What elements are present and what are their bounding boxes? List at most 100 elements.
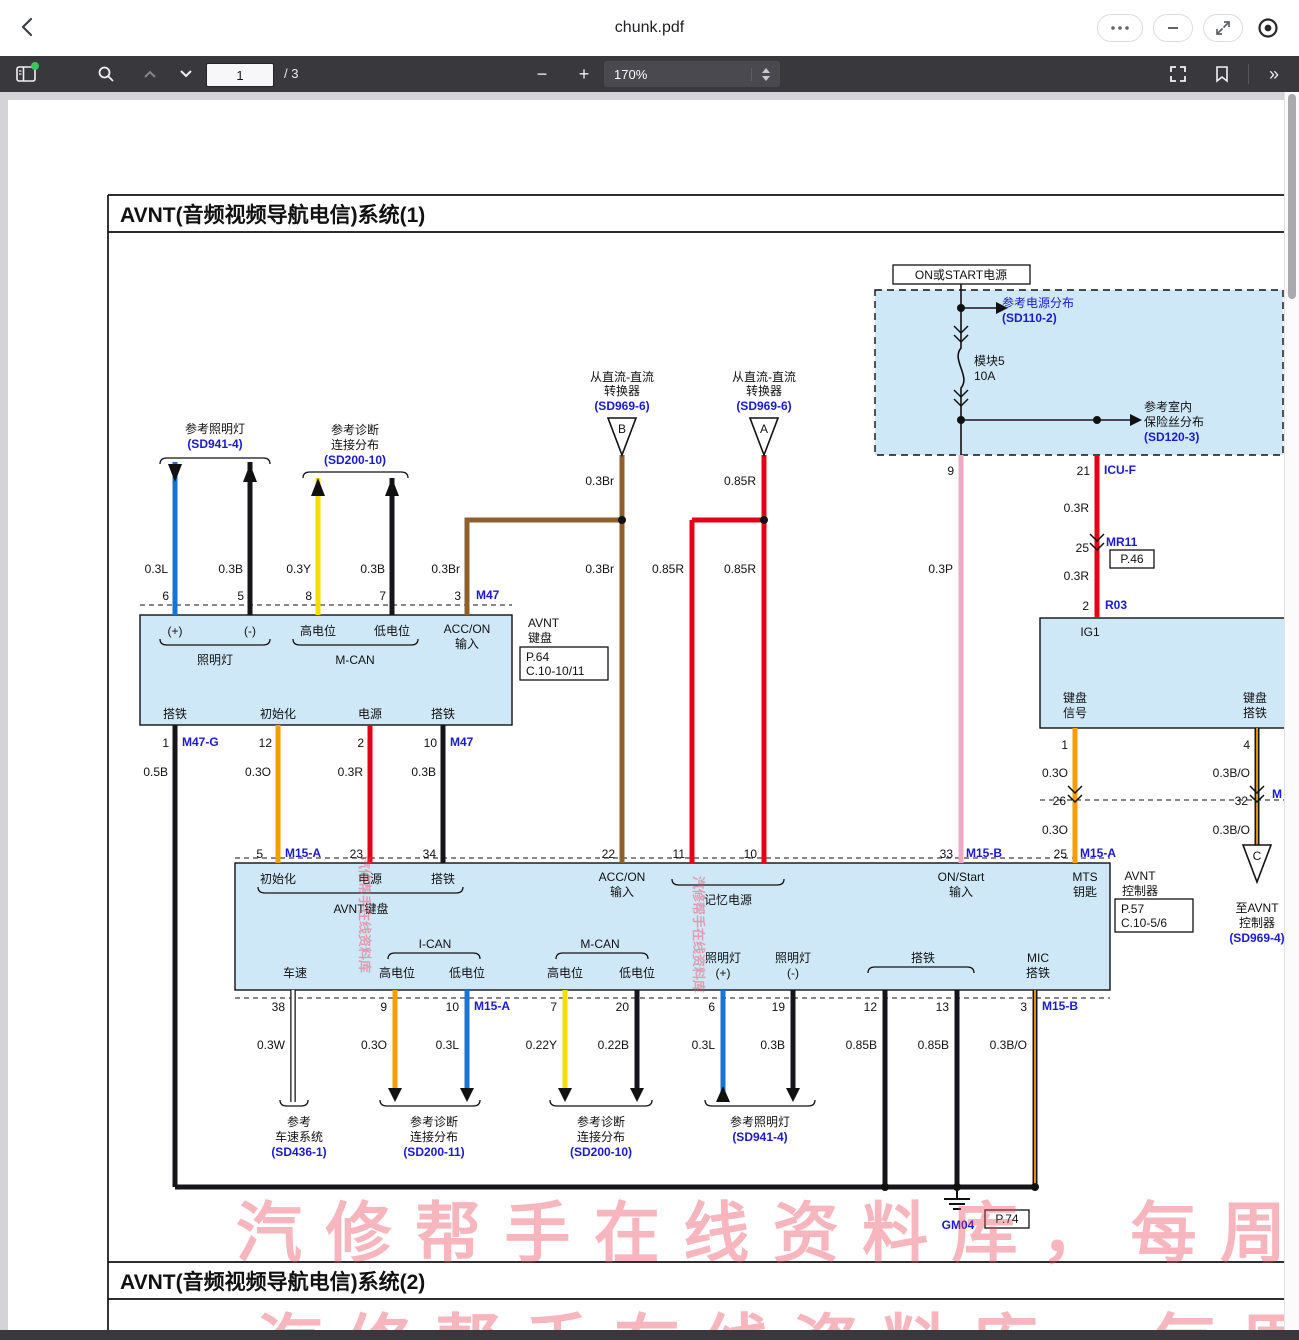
diagram-text: M15-B bbox=[1042, 999, 1078, 1013]
zoom-in-button[interactable]: + bbox=[568, 60, 600, 88]
junction-dot bbox=[881, 1183, 889, 1191]
diagram-text: 10 bbox=[424, 736, 438, 750]
diagram-text: M15-B bbox=[966, 846, 1002, 860]
presentation-mode-button[interactable] bbox=[1162, 60, 1194, 88]
diagram-text: 3 bbox=[454, 589, 461, 603]
diagram-text: 键盘 bbox=[1063, 690, 1087, 705]
diagram-text: 2 bbox=[357, 736, 364, 750]
arrow-marker bbox=[460, 1088, 474, 1102]
zoom-out-button[interactable]: − bbox=[526, 60, 558, 88]
next-page-button[interactable] bbox=[170, 60, 202, 88]
diagram-text: 参考 bbox=[287, 1114, 311, 1129]
diagram-text: 38 bbox=[272, 1000, 286, 1014]
diagram-text: 输入 bbox=[610, 884, 634, 899]
more-options-button[interactable] bbox=[1097, 14, 1143, 42]
zoom-level-select[interactable]: 170% bbox=[604, 61, 780, 87]
diagram-text: 0.3Br bbox=[585, 562, 614, 576]
expand-diagonal-icon bbox=[1214, 19, 1232, 37]
ellipsis-icon bbox=[1110, 25, 1130, 31]
diagram-text: 参考电源分布 bbox=[1002, 295, 1074, 310]
arrow-marker bbox=[168, 464, 182, 482]
scrollbar-thumb[interactable] bbox=[1288, 94, 1296, 299]
diagram-text: 输入 bbox=[455, 636, 479, 651]
chevron-up-icon bbox=[142, 68, 158, 80]
sidebar-toggle-button[interactable] bbox=[10, 60, 42, 88]
diagram-text: P.57 bbox=[1121, 902, 1144, 916]
pdf-toolbar: / 3 − + 170% » bbox=[0, 56, 1299, 92]
diagram-text: 0.3R bbox=[1064, 501, 1090, 515]
previous-page-button[interactable] bbox=[134, 60, 166, 88]
diagram-text: 10 bbox=[446, 1000, 460, 1014]
diagram-text: (SD941-4) bbox=[187, 437, 242, 451]
diagram-text: M15-A bbox=[285, 846, 321, 860]
diagram-text: C.10-10/11 bbox=[526, 664, 585, 678]
diagram-text: 1 bbox=[162, 736, 169, 750]
diagram-text: I-CAN bbox=[419, 937, 452, 951]
find-button[interactable] bbox=[90, 60, 122, 88]
diagram-text: (-) bbox=[787, 966, 799, 980]
page-number-input[interactable] bbox=[206, 63, 274, 87]
select-spinner-icon bbox=[751, 68, 770, 81]
diagram-text: 11 bbox=[673, 847, 686, 861]
diagram-text: 0.3O bbox=[361, 1038, 387, 1052]
current-view-button[interactable] bbox=[1206, 60, 1238, 88]
diagram-text: 0.3R bbox=[1064, 569, 1090, 583]
diagram-text: (-) bbox=[244, 624, 256, 638]
diagram-text: ACC/ON bbox=[599, 870, 646, 884]
diagram-text: 照明灯 bbox=[705, 951, 741, 965]
diagram-text: 参考室内 bbox=[1144, 399, 1192, 414]
diagram-text: (SD110-2) bbox=[1002, 311, 1057, 325]
diagram-text: 搭铁 bbox=[163, 707, 187, 721]
diagram-text: 9 bbox=[947, 464, 954, 478]
diagram-text: 0.85B bbox=[918, 1038, 949, 1052]
diagram-text: R03 bbox=[1105, 598, 1127, 612]
minimize-icon bbox=[1166, 21, 1180, 35]
diagram-text: M15-A bbox=[474, 999, 510, 1013]
diagram-text: 连接分布 bbox=[410, 1129, 458, 1144]
zoom-level-value: 170% bbox=[614, 67, 647, 82]
diagram-text: (+) bbox=[716, 966, 731, 980]
diagram-text: 0.3B/O bbox=[1213, 766, 1250, 780]
diagram-text: 0.3Br bbox=[431, 562, 460, 576]
diagram-text: 33 bbox=[940, 847, 954, 861]
diagram-text: 10 bbox=[744, 847, 758, 861]
diagram-text: 6 bbox=[162, 589, 169, 603]
minimize-button[interactable] bbox=[1153, 14, 1193, 42]
resize-window-button[interactable] bbox=[1203, 14, 1243, 42]
vertical-scrollbar[interactable] bbox=[1284, 92, 1299, 1330]
diagram-text: 3 bbox=[1020, 1000, 1027, 1014]
diagram-text: 参考照明灯 bbox=[730, 1114, 790, 1129]
arrow-marker bbox=[243, 464, 257, 482]
diagram-text: 0.22B bbox=[598, 1038, 629, 1052]
diagram-text: 4 bbox=[1243, 738, 1250, 752]
diagram-text: M-CAN bbox=[580, 937, 619, 951]
toolbar-divider bbox=[1248, 64, 1249, 84]
connector-letter: C bbox=[1253, 849, 1262, 863]
diagram-text: 键盘 bbox=[1243, 690, 1267, 705]
diagram-text: 高电位 bbox=[547, 965, 583, 980]
diagram-text: ON/Start bbox=[938, 870, 985, 884]
diagram-text: 6 bbox=[708, 1000, 715, 1014]
diagram-text: 7 bbox=[379, 589, 386, 603]
diagram-text: 模块5 bbox=[974, 354, 1005, 368]
diagram-text: 0.85R bbox=[724, 562, 756, 576]
diagram-text: 初始化 bbox=[260, 707, 296, 721]
watermark-text: 汽修帮手在线资料库 bbox=[691, 876, 706, 993]
diagram-text: 0.3O bbox=[1042, 823, 1068, 837]
diagram-text: (SD200-10) bbox=[570, 1145, 632, 1159]
diagram-text: 0.3L bbox=[436, 1038, 460, 1052]
status-dot bbox=[31, 62, 39, 70]
record-button[interactable] bbox=[1253, 14, 1283, 42]
arrow-marker bbox=[311, 478, 325, 496]
more-tools-button[interactable]: » bbox=[1258, 60, 1290, 88]
window-controls bbox=[1097, 14, 1283, 42]
diagram-text: 从直流-直流 bbox=[732, 370, 796, 384]
diagram-text: 2 bbox=[1082, 599, 1089, 613]
arrow-marker bbox=[558, 1088, 572, 1102]
diagram-text: 34 bbox=[423, 847, 437, 861]
diagram-text: 26 bbox=[1053, 794, 1067, 808]
diagram-text: 20 bbox=[616, 1000, 630, 1014]
diagram-text: 键盘 bbox=[528, 630, 552, 645]
diagram-text: 参考照明灯 bbox=[185, 421, 245, 436]
diagram-text: 10A bbox=[974, 369, 995, 383]
